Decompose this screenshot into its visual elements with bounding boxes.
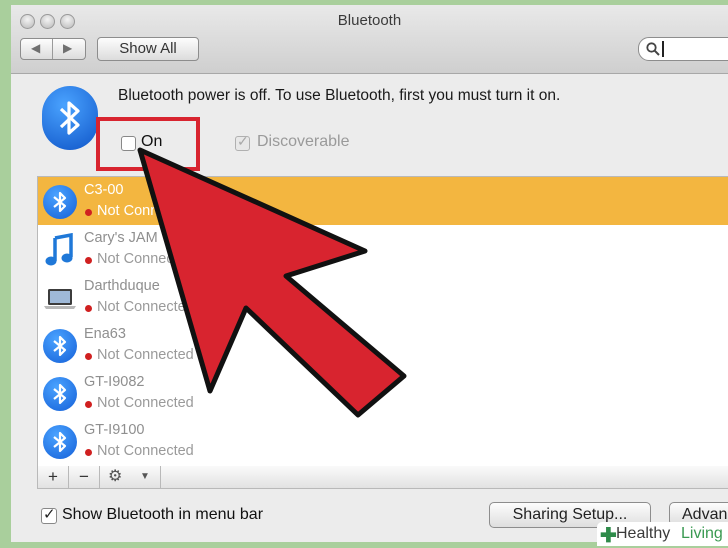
watermark-text-1: Healthy: [616, 525, 671, 542]
watermark: ✚ Healthy Living: [597, 522, 728, 547]
watermark-text-2: Living: [681, 525, 723, 542]
plus-logo-icon: ✚: [600, 525, 617, 547]
pointer-arrow-graphic: [137, 147, 407, 418]
